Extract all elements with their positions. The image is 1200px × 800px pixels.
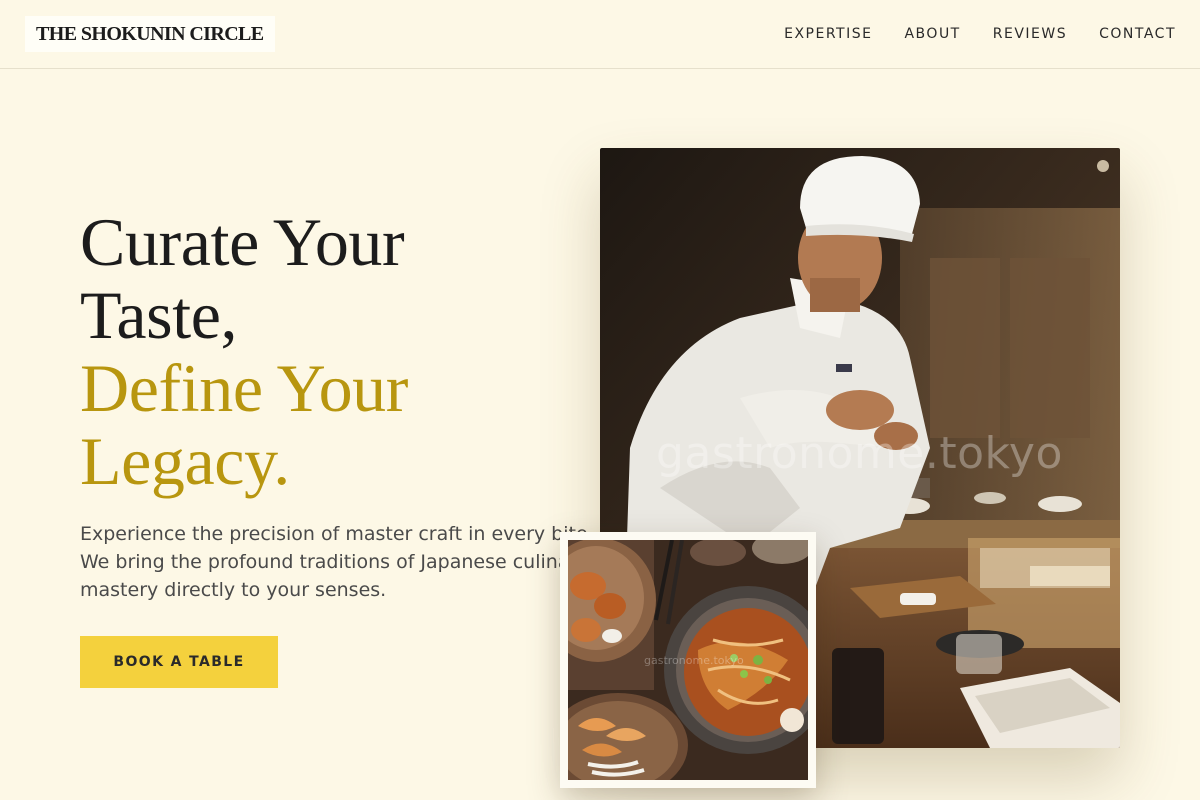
food-photo-watermark: gastronome.tokyo — [644, 654, 744, 667]
brand-logo[interactable]: THE SHOKUNIN CIRCLE — [25, 16, 275, 52]
headline-line-4: Legacy. — [80, 423, 290, 499]
hero-headline: Curate Your Taste, Define Your Legacy. — [80, 206, 580, 498]
chef-photo-watermark: gastronome.tokyo — [656, 428, 1063, 479]
site-header: THE SHOKUNIN CIRCLE EXPERTISE ABOUT REVI… — [0, 0, 1200, 69]
nav-link-expertise[interactable]: EXPERTISE — [784, 24, 872, 44]
nav-link-reviews[interactable]: REVIEWS — [993, 24, 1067, 44]
headline-line-1: Curate Your — [80, 204, 405, 280]
book-table-button[interactable]: BOOK A TABLE — [80, 636, 278, 688]
headline-line-3: Define Your — [80, 350, 409, 426]
main-nav: EXPERTISE ABOUT REVIEWS CONTACT — [784, 24, 1176, 44]
headline-line-2: Taste, — [80, 277, 238, 353]
food-photo-card: gastronome.tokyo — [560, 532, 816, 788]
description-line-2: We bring the profound traditions of Japa… — [80, 551, 589, 573]
description-line-1: Experience the precision of master craft… — [80, 523, 594, 545]
hero-description: Experience the precision of master craft… — [80, 520, 594, 604]
description-line-3: mastery directly to your senses. — [80, 579, 387, 601]
food-photo: gastronome.tokyo — [568, 540, 808, 780]
nav-link-about[interactable]: ABOUT — [904, 24, 960, 44]
nav-link-contact[interactable]: CONTACT — [1099, 24, 1176, 44]
